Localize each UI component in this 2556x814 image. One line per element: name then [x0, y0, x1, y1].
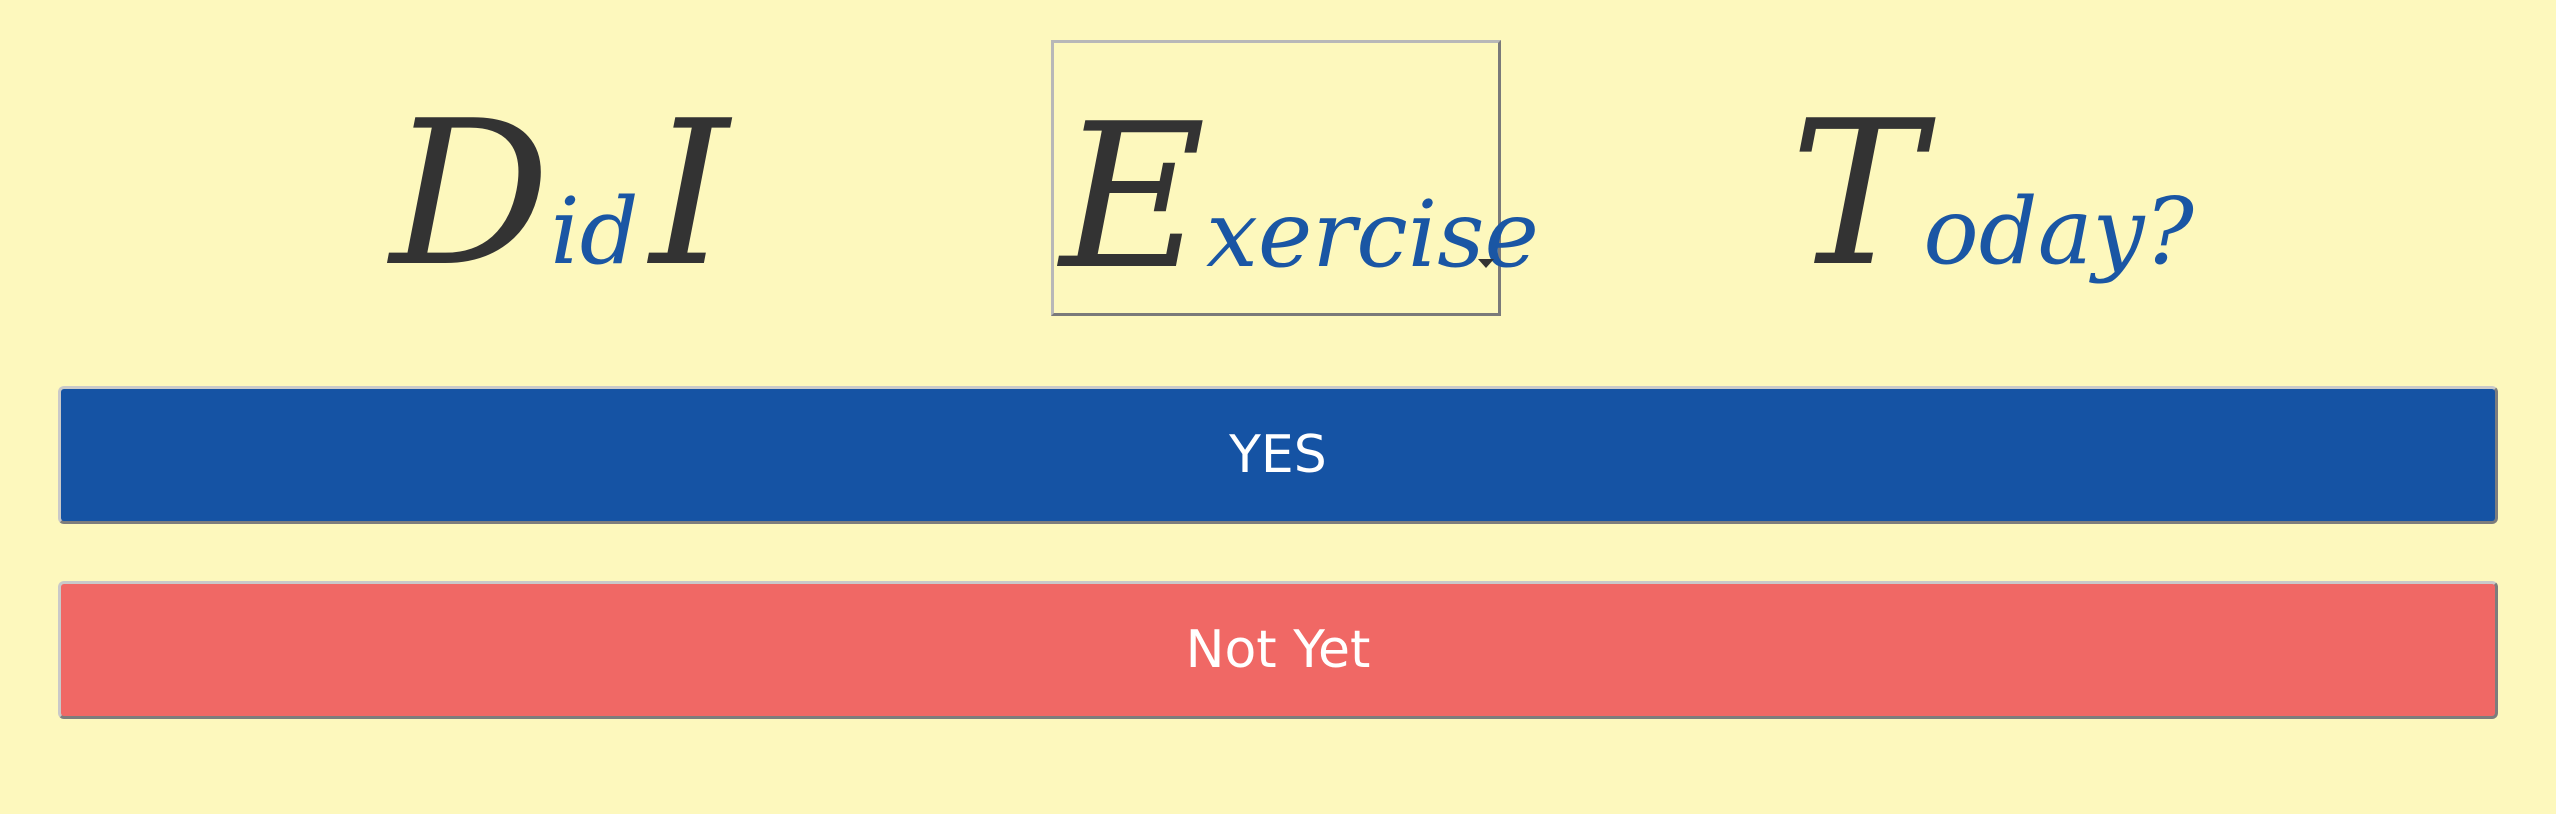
word-rest: id [550, 178, 639, 285]
headline: Did I Exercise Today? [0, 0, 2556, 340]
yes-button-label: YES [1229, 425, 1327, 485]
yes-button[interactable]: YES [58, 386, 2498, 524]
word-initial: E [1060, 81, 1206, 314]
not-yet-button-label: Not Yet [1185, 620, 1371, 680]
word-rest: xercise [1206, 181, 1539, 288]
headline-word-did: Did [390, 95, 639, 295]
not-yet-button[interactable]: Not Yet [58, 581, 2498, 719]
headline-word-i: I [650, 95, 729, 295]
activity-select[interactable]: Exercise [1051, 40, 1539, 316]
word-initial: I [650, 78, 730, 311]
word-initial: T [1790, 78, 1924, 311]
headline-word-today: Today? [1790, 95, 2194, 295]
activity-select-value: Exercise [1060, 98, 1539, 298]
word-initial: D [390, 78, 551, 311]
word-rest: oday? [1923, 178, 2194, 285]
chevron-down-icon [1478, 259, 1494, 268]
